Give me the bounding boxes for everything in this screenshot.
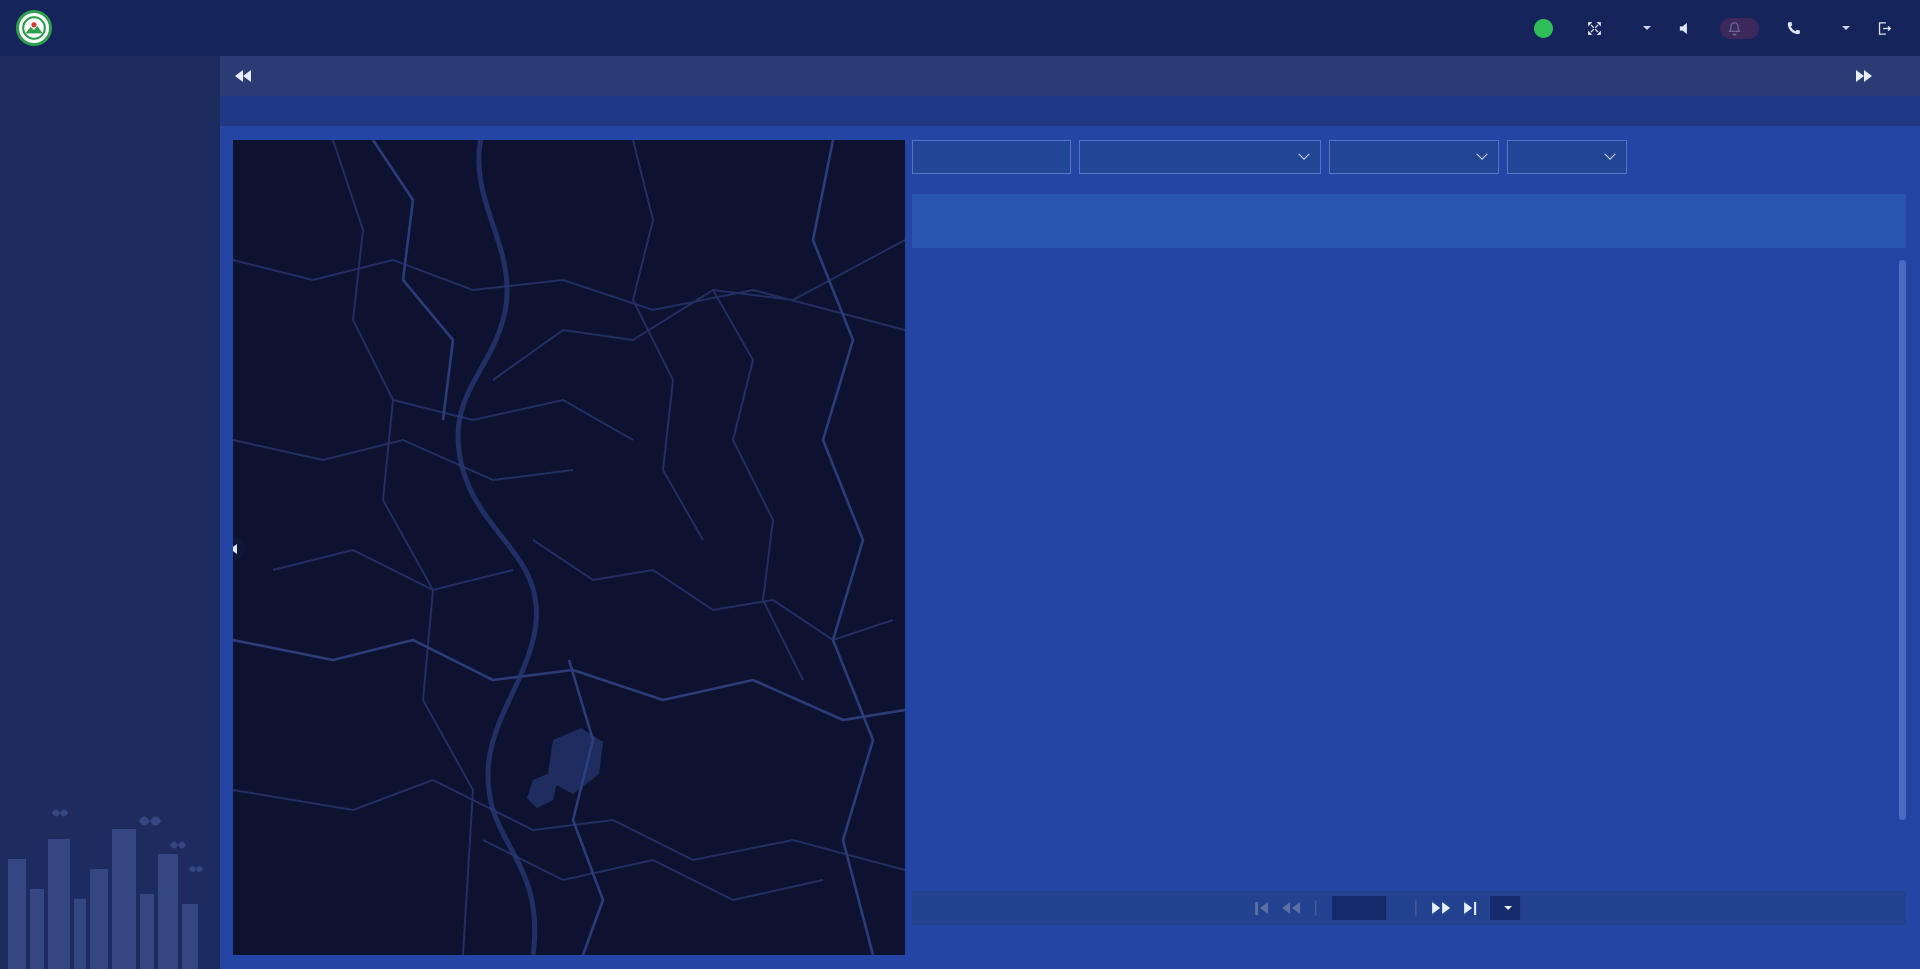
phone-icon — [1785, 20, 1802, 37]
datetime — [1527, 19, 1560, 38]
chevron-down-icon — [1643, 26, 1651, 34]
tabs-scroll-right-button[interactable] — [1856, 70, 1872, 82]
map-roads — [233, 140, 905, 955]
top-header — [0, 0, 1920, 56]
chevron-down-icon — [1842, 26, 1850, 34]
chevron-down-icon — [1476, 149, 1487, 160]
chevron-down-icon — [1298, 149, 1309, 160]
page-size-select[interactable] — [1490, 896, 1520, 920]
page-number-input[interactable] — [1332, 896, 1386, 920]
bell-icon — [1726, 20, 1743, 37]
filter-bar — [912, 140, 1906, 174]
last-page-button[interactable] — [1464, 902, 1477, 915]
city-skyline-decoration — [0, 799, 220, 969]
exit-icon — [1876, 20, 1893, 37]
chevron-down-icon — [1504, 906, 1512, 914]
industry-select[interactable] — [1329, 140, 1499, 174]
table-header — [912, 194, 1906, 248]
first-page-button[interactable] — [1255, 902, 1268, 915]
org-menu[interactable] — [1835, 24, 1850, 32]
region-select[interactable] — [1079, 140, 1321, 174]
logo-emblem-icon — [21, 15, 47, 41]
prev-page-button[interactable] — [1282, 902, 1300, 914]
speaker-icon — [1677, 20, 1694, 37]
stats-bar — [220, 96, 1920, 127]
mute-button[interactable] — [1677, 20, 1694, 37]
map[interactable] — [233, 140, 905, 955]
logout-button[interactable] — [1876, 20, 1900, 37]
fullscreen-icon — [1586, 20, 1603, 37]
name-search-input[interactable] — [912, 140, 1071, 174]
sidebar — [0, 56, 220, 969]
right-panel: | | — [912, 140, 1906, 955]
temperature-badge — [1534, 19, 1553, 38]
notification-badge[interactable] — [1720, 18, 1759, 39]
chevron-left-icon — [233, 544, 237, 554]
next-page-button[interactable] — [1432, 902, 1450, 914]
app-logo — [16, 10, 52, 46]
tab-bar — [220, 56, 1920, 96]
tabs-scroll-left-button[interactable] — [220, 56, 266, 96]
help-button[interactable] — [1785, 20, 1809, 37]
status-select[interactable] — [1507, 140, 1627, 174]
pagination-bar: | | — [912, 891, 1906, 925]
fullscreen-button[interactable] — [1586, 20, 1610, 37]
theme-menu[interactable] — [1636, 24, 1651, 32]
table-scrollbar[interactable] — [1899, 260, 1906, 820]
chevron-down-icon — [1604, 149, 1615, 160]
enterprise-table — [912, 194, 1906, 891]
